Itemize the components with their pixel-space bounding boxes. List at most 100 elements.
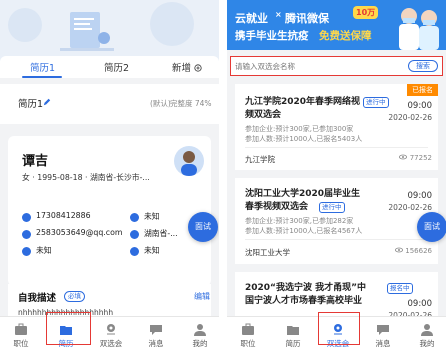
info-extra-1: 未知 xyxy=(36,246,52,255)
banner-slogan: 携手毕业生抗疫 xyxy=(235,30,309,42)
nav-item-jobs[interactable]: 职位 xyxy=(3,319,39,359)
job-fair-time: 09:00 xyxy=(407,299,433,309)
message-icon xyxy=(150,325,162,335)
nav-item-resume[interactable]: 简历 xyxy=(275,319,311,359)
nav-item-profile[interactable]: 我的 xyxy=(409,319,445,359)
info-id: 未知 xyxy=(144,212,160,221)
job-fair-card[interactable]: 已报名 九江学院2020年春季网络视 频双选会 进行中 09:00 2020-0… xyxy=(235,84,438,170)
edit-pencil-icon[interactable] xyxy=(43,98,51,106)
location-pin-icon xyxy=(107,324,115,335)
nav-label: 职位 xyxy=(240,339,256,348)
profile-summary: 女 · 1995-08-18 · 湖南省-长沙市-... xyxy=(22,173,150,182)
job-fair-card[interactable]: 沈阳工业大学2020届毕业生 春季视频双选会 进行中 09:00 2020-02… xyxy=(235,178,438,264)
view-count-value: 156626 xyxy=(405,247,432,255)
nav-item-jobs[interactable]: 职位 xyxy=(230,319,266,359)
resume-summary-row[interactable]: 简历1 (默认) 完整度 74% xyxy=(0,84,219,124)
banner-x: × xyxy=(275,10,282,19)
banner-brand-2: 腾讯微保 xyxy=(285,12,329,25)
interview-fab[interactable]: 面试 xyxy=(417,212,446,242)
person-icon xyxy=(194,324,206,336)
briefcase-icon xyxy=(15,323,27,335)
status-badge: 进行中 xyxy=(363,97,389,108)
job-fair-title-cont: 春季视频双选会 xyxy=(245,202,309,212)
card-divider xyxy=(245,239,428,240)
folder-icon xyxy=(287,326,299,335)
bottom-nav: 职位 简历 双选会 消息 我的 xyxy=(0,316,219,360)
nav-item-messages[interactable]: 消息 xyxy=(138,319,174,359)
promo-banner[interactable]: 云就业 × 腾讯微保 携手毕业生抗疫 免费送保障 10万 xyxy=(227,0,446,50)
job-fair-screen: 云就业 × 腾讯微保 携手毕业生抗疫 免费送保障 10万 请输入双选会名称 搜索… xyxy=(227,0,446,360)
document-illustration-icon xyxy=(60,12,114,51)
doctors-illustration-icon xyxy=(399,8,439,50)
location-icon xyxy=(130,230,139,239)
highlight-box-job-fair-nav xyxy=(318,312,360,345)
host-school: 沈阳工业大学 xyxy=(245,248,290,257)
banner-badge: 10万 xyxy=(353,6,379,19)
info-phone: 17308412886 xyxy=(36,211,91,220)
avatar-person-icon xyxy=(181,151,197,176)
job-fair-date: 2020-02-26 xyxy=(388,113,432,122)
self-desc-title: 自我描述 xyxy=(18,293,57,304)
job-fair-date: 2020-02-26 xyxy=(388,203,432,212)
registered-corner-badge: 已报名 xyxy=(407,84,438,96)
heart-icon xyxy=(130,247,139,256)
view-count: 77252 xyxy=(399,154,432,162)
nav-label: 双选会 xyxy=(99,339,123,348)
tab-add-label: 新增 xyxy=(172,63,192,74)
job-fair-time: 09:00 xyxy=(407,101,433,111)
status-badge: 进行中 xyxy=(319,202,345,213)
tab-add-resume[interactable]: 新增 xyxy=(172,60,202,74)
info-location: 湖南省-... xyxy=(144,229,178,238)
job-fair-title: 沈阳工业大学2020届毕业生 xyxy=(245,189,361,199)
info-extra-2: 未知 xyxy=(144,246,160,255)
profile-name: 谭吉 xyxy=(22,154,49,169)
tab-resume-1[interactable]: 简历1 xyxy=(30,60,55,74)
banner-brand-1: 云就业 xyxy=(235,12,268,25)
nav-item-messages[interactable]: 消息 xyxy=(365,319,401,359)
resume-tabs: 简历1 简历2 新增 xyxy=(0,56,219,78)
required-badge: 必填 xyxy=(64,291,85,302)
banner-slogan-highlight: 免费送保障 xyxy=(319,30,372,42)
interview-fab[interactable]: 面试 xyxy=(188,212,218,242)
app-root: 简历1 简历2 新增 简历1 (默认) 完整度 74% 谭吉 女 · 1995-… xyxy=(0,0,446,360)
resume-completeness: 完整度 74% xyxy=(170,99,212,108)
info-email: 2583053649@qq.com xyxy=(36,228,123,237)
job-fair-title-cont: 国宁波人才市场春季高校毕业 xyxy=(245,296,363,306)
nav-label: 消息 xyxy=(148,339,164,348)
phone-icon xyxy=(22,213,31,222)
job-fair-participants: 参加人数:预计1000人,已报名4567人 xyxy=(245,227,363,235)
id-icon xyxy=(130,213,139,222)
briefcase-icon xyxy=(242,323,254,335)
eye-icon xyxy=(395,247,404,253)
search-input[interactable]: 请输入双选会名称 xyxy=(235,61,295,72)
resume-name: 简历1 xyxy=(18,99,44,110)
job-fair-participants: 参加人数:预计1000人,已报名5403人 xyxy=(245,135,363,143)
email-icon xyxy=(22,230,31,239)
resume-default-label: (默认) xyxy=(150,99,171,108)
host-school: 九江学院 xyxy=(245,155,275,164)
job-fair-title: 2020“我选宁波 我才甬现”中 xyxy=(245,283,367,293)
nav-item-job-fair[interactable]: 双选会 xyxy=(93,319,129,359)
view-count-value: 77252 xyxy=(409,154,432,162)
status-badge: 报名中 xyxy=(387,283,413,294)
tab-resume-2[interactable]: 简历2 xyxy=(104,60,129,74)
nav-item-profile[interactable]: 我的 xyxy=(182,319,218,359)
search-bar: 请输入双选会名称 搜索 xyxy=(230,56,443,76)
eye-icon xyxy=(399,154,408,160)
edit-link[interactable]: 编辑 xyxy=(194,291,210,302)
search-button[interactable]: 搜索 xyxy=(408,60,438,72)
view-count: 156626 xyxy=(395,247,432,255)
job-fair-companies: 参加企业:预计300家,已参加300家 xyxy=(245,125,354,133)
basic-info-card: 谭吉 女 · 1995-08-18 · 湖南省-长沙市-... 17308412… xyxy=(8,136,211,286)
resume-screen: 简历1 简历2 新增 简历1 (默认) 完整度 74% 谭吉 女 · 1995-… xyxy=(0,0,219,360)
active-tab-indicator xyxy=(22,76,62,78)
nav-label: 我的 xyxy=(192,339,208,348)
nav-label: 职位 xyxy=(13,339,29,348)
user-icon xyxy=(22,247,31,256)
avatar[interactable] xyxy=(174,146,204,176)
job-fair-time: 09:00 xyxy=(407,191,433,201)
nav-label: 简历 xyxy=(285,339,301,348)
nav-label: 消息 xyxy=(375,339,391,348)
card-divider xyxy=(245,147,428,148)
highlight-box-resume-nav xyxy=(46,312,91,345)
